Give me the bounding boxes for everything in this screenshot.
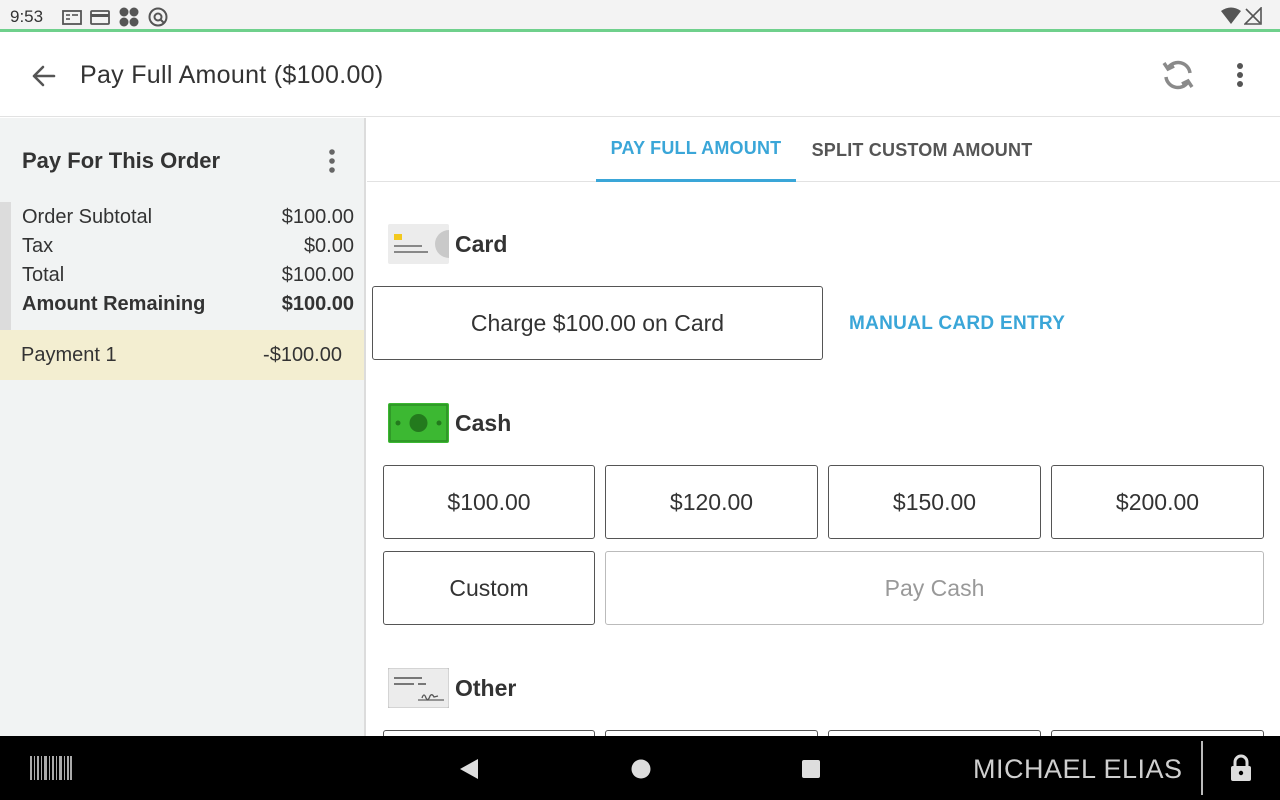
more-vert-icon[interactable]: [1228, 59, 1252, 91]
cash-section-label: Cash: [455, 409, 512, 436]
payment-panel: PAY FULL AMOUNT SPLIT CUSTOM AMOUNT Card…: [367, 118, 1280, 736]
order-panel: Pay For This Order Order Subtotal $100.0…: [0, 118, 366, 736]
nav-divider: [1201, 741, 1203, 795]
order-more-vert-icon[interactable]: [320, 146, 344, 176]
barcode-icon[interactable]: [30, 756, 72, 780]
refresh-icon[interactable]: [1160, 57, 1196, 93]
lock-icon[interactable]: [1228, 754, 1254, 782]
cash-icon: [388, 403, 449, 443]
cash-section-header: Cash: [388, 403, 511, 443]
summary-value: $100.00: [281, 293, 354, 315]
nav-back-icon[interactable]: [458, 758, 480, 780]
order-summary: Order Subtotal $100.00 Tax $0.00 Total $…: [0, 202, 364, 330]
summary-label: Total: [22, 264, 65, 286]
summary-row-subtotal: Order Subtotal $100.00: [22, 206, 354, 229]
page-title: Pay Full Amount ($100.00): [80, 61, 384, 89]
summary-row-remaining: Amount Remaining $100.00: [22, 293, 354, 316]
order-panel-title: Pay For This Order: [22, 148, 221, 173]
payment-label: Payment 1: [21, 343, 117, 366]
credit-card-icon: [90, 10, 110, 25]
cash-amount-button[interactable]: $100.00: [383, 465, 595, 539]
status-notification-icons: [62, 7, 168, 27]
status-bar: 9:53: [0, 0, 1280, 32]
clover-icon: [119, 7, 139, 27]
summary-value: $100.00: [281, 264, 354, 286]
sync-circle-icon: [148, 7, 168, 27]
employee-name[interactable]: MICHAEL ELIAS: [973, 754, 1183, 785]
summary-label: Amount Remaining: [22, 293, 206, 315]
check-icon: [388, 668, 449, 708]
cash-amount-button[interactable]: $200.00: [1051, 465, 1264, 539]
card-section-header: Card: [388, 224, 507, 264]
charge-card-button[interactable]: Charge $100.00 on Card: [372, 286, 823, 360]
summary-label: Tax: [22, 235, 54, 257]
summary-label: Order Subtotal: [22, 206, 153, 228]
custom-cash-button[interactable]: Custom: [383, 551, 595, 625]
payment-tabs: PAY FULL AMOUNT SPLIT CUSTOM AMOUNT: [367, 118, 1280, 182]
back-arrow-icon[interactable]: [28, 61, 58, 91]
tab-split-custom-amount[interactable]: SPLIT CUSTOM AMOUNT: [802, 118, 1042, 182]
manual-card-entry-link[interactable]: MANUAL CARD ENTRY: [849, 313, 1065, 335]
cash-amount-button[interactable]: $120.00: [605, 465, 818, 539]
app-bar: Pay Full Amount ($100.00): [0, 35, 1280, 117]
nav-recent-apps-icon[interactable]: [800, 758, 822, 780]
pay-cash-button[interactable]: Pay Cash: [605, 551, 1264, 625]
summary-value: $0.00: [303, 235, 354, 257]
payment-value: -$100.00: [263, 343, 342, 366]
status-time: 9:53: [10, 7, 44, 26]
tab-pay-full-amount[interactable]: PAY FULL AMOUNT: [596, 118, 796, 182]
card-icon: [388, 224, 449, 264]
summary-value: $100.00: [281, 206, 354, 228]
summary-row-total: Total $100.00: [22, 264, 354, 287]
payment-row[interactable]: Payment 1 -$100.00: [0, 330, 364, 380]
status-accent-line: [0, 29, 1280, 32]
wifi-icon: [1221, 7, 1241, 24]
cash-amount-button[interactable]: $150.00: [828, 465, 1041, 539]
other-section-header: Other: [388, 668, 516, 708]
no-signal-icon: [1244, 7, 1262, 25]
card-section-label: Card: [455, 230, 508, 257]
status-system-icons: [1220, 7, 1262, 25]
navigation-bar: MICHAEL ELIAS: [0, 736, 1280, 800]
summary-row-tax: Tax $0.00: [22, 235, 354, 258]
notification-list-icon: [62, 10, 82, 25]
nav-home-icon[interactable]: [630, 758, 652, 780]
other-section-label: Other: [455, 674, 517, 701]
